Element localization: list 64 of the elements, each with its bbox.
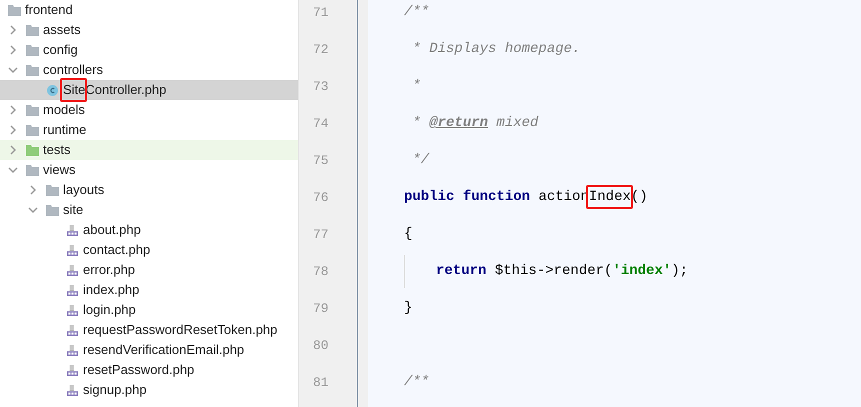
php-file-icon bbox=[66, 304, 79, 316]
tree-item[interactable]: SiteController.php bbox=[0, 80, 298, 100]
php-file-icon bbox=[66, 224, 79, 236]
tree-item[interactable]: runtime bbox=[0, 120, 298, 140]
chevron-down-icon bbox=[28, 205, 38, 215]
tree-item[interactable]: frontend bbox=[0, 0, 298, 20]
tree-item[interactable]: models bbox=[0, 100, 298, 120]
folder-icon bbox=[26, 124, 39, 136]
tree-item[interactable]: contact.php bbox=[0, 240, 298, 260]
line-number: 78 bbox=[312, 263, 330, 281]
chevron-down-icon bbox=[8, 65, 18, 75]
line-number: 74 bbox=[312, 115, 330, 133]
tree-item[interactable]: resetPassword.php bbox=[0, 360, 298, 380]
code-line: return $this->render('index'); bbox=[436, 263, 688, 280]
code-line: * @return mixed bbox=[411, 115, 538, 132]
tree-item[interactable]: index.php bbox=[0, 280, 298, 300]
line-number: 73 bbox=[312, 78, 330, 96]
code-line: } bbox=[404, 300, 412, 317]
chevron-down-icon bbox=[8, 165, 18, 175]
class-icon bbox=[46, 84, 59, 96]
php-file-icon bbox=[66, 284, 79, 296]
tree-item[interactable]: assets bbox=[0, 20, 298, 40]
php-file-icon bbox=[66, 264, 79, 276]
code-line: /** bbox=[404, 4, 430, 21]
php-file-icon bbox=[66, 244, 79, 256]
folder-icon bbox=[8, 4, 21, 16]
code-line: /** bbox=[404, 374, 430, 391]
line-number: 80 bbox=[312, 337, 330, 355]
tree-item[interactable]: requestPasswordResetToken.php bbox=[0, 320, 298, 340]
line-number: 71 bbox=[312, 4, 330, 22]
tree-item[interactable]: about.php bbox=[0, 220, 298, 240]
line-number: 76 bbox=[312, 189, 330, 207]
tree-item[interactable]: resendVerificationEmail.php bbox=[0, 340, 298, 360]
folder-icon bbox=[26, 144, 39, 156]
folder-icon bbox=[26, 104, 39, 116]
php-file-icon bbox=[66, 344, 79, 356]
line-number: 77 bbox=[312, 226, 330, 244]
tree-item[interactable]: error.php bbox=[0, 260, 298, 280]
folder-icon bbox=[46, 204, 59, 216]
code-line: */ bbox=[411, 152, 430, 169]
folder-icon bbox=[26, 164, 39, 176]
tree-item[interactable]: tests bbox=[0, 140, 298, 160]
tree-item[interactable]: config bbox=[0, 40, 298, 60]
tree-item[interactable]: site bbox=[0, 200, 298, 220]
line-number: 79 bbox=[312, 300, 330, 318]
line-number: 72 bbox=[312, 41, 330, 59]
folder-icon bbox=[46, 184, 59, 196]
line-number: 81 bbox=[312, 374, 330, 392]
php-file-icon bbox=[66, 384, 79, 396]
tree-item[interactable]: layouts bbox=[0, 180, 298, 200]
tree-item[interactable]: controllers bbox=[0, 60, 298, 80]
chevron-right-icon bbox=[28, 185, 38, 195]
php-file-icon bbox=[66, 324, 79, 336]
tree-item[interactable]: login.php bbox=[0, 300, 298, 320]
folder-icon bbox=[26, 24, 39, 36]
code-line: * Displays homepage. bbox=[411, 41, 580, 58]
folder-icon bbox=[26, 44, 39, 56]
folder-icon bbox=[26, 64, 39, 76]
line-number: 75 bbox=[312, 152, 330, 170]
code-line: * bbox=[411, 78, 421, 95]
tree-item[interactable]: views bbox=[0, 160, 298, 180]
code-line: { bbox=[404, 226, 412, 243]
php-file-icon bbox=[66, 364, 79, 376]
tree-item[interactable]: signup.php bbox=[0, 380, 298, 400]
